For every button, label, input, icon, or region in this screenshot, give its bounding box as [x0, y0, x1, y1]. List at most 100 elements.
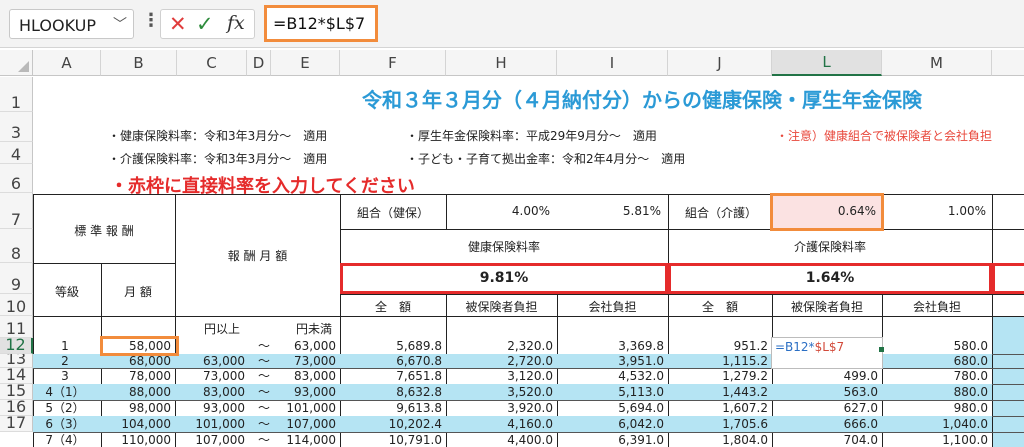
- care-rate-input[interactable]: 1.64%: [668, 270, 992, 286]
- column-header-m[interactable]: M: [882, 50, 992, 76]
- cell-m[interactable]: 1,040.0: [882, 417, 988, 431]
- cell-i[interactable]: 5,694.0: [557, 401, 664, 415]
- cell-monthly[interactable]: 88,000: [101, 385, 171, 399]
- cell-f[interactable]: 9,613.8: [340, 401, 442, 415]
- column-header-c[interactable]: C: [177, 50, 247, 76]
- cell-monthly[interactable]: 110,000: [101, 433, 171, 447]
- cell-j[interactable]: 1,804.0: [668, 433, 768, 447]
- cell-from[interactable]: 101,000: [175, 417, 245, 431]
- select-all-corner[interactable]: [0, 50, 33, 76]
- cell-m[interactable]: 780.0: [882, 369, 988, 383]
- cell-grade[interactable]: 3: [33, 369, 97, 383]
- cell-f[interactable]: 10,202.4: [340, 417, 442, 431]
- cell-j[interactable]: 1,443.2: [668, 385, 768, 399]
- cell-h[interactable]: 3,920.0: [446, 401, 553, 415]
- column-header-j[interactable]: J: [668, 50, 772, 76]
- cell-i[interactable]: 4,532.0: [557, 369, 664, 383]
- row-header-10[interactable]: 10: [0, 294, 33, 316]
- cell-to[interactable]: 63,000: [283, 339, 336, 353]
- kumiai-care-rate-2[interactable]: 1.00%: [882, 204, 986, 218]
- name-box[interactable]: HLOOKUP ﹀: [9, 9, 134, 39]
- cell-grade[interactable]: 7（4）: [33, 433, 97, 447]
- cell-tilde[interactable]: ～: [249, 339, 279, 353]
- row-header-15[interactable]: 15: [0, 384, 33, 400]
- cell-to[interactable]: 83,000: [283, 369, 336, 383]
- cell-m[interactable]: 980.0: [882, 401, 988, 415]
- column-header-f[interactable]: F: [340, 50, 446, 76]
- cell-monthly[interactable]: 68,000: [101, 354, 171, 368]
- row-header-16[interactable]: 16: [0, 400, 33, 416]
- row-header-8[interactable]: 8: [0, 229, 33, 263]
- row-header-3[interactable]: 3: [0, 112, 33, 142]
- column-header-next[interactable]: [992, 50, 1024, 76]
- more-vert-icon[interactable]: ⋮: [142, 10, 160, 31]
- cell-from[interactable]: 83,000: [175, 385, 245, 399]
- cell-tilde[interactable]: ～: [249, 369, 279, 383]
- cell-tilde[interactable]: ～: [249, 385, 279, 399]
- column-header-e[interactable]: E: [271, 50, 340, 76]
- cell-to[interactable]: 93,000: [283, 385, 336, 399]
- cell-f[interactable]: 10,791.0: [340, 433, 442, 447]
- row-header-12[interactable]: 12: [0, 338, 33, 354]
- formula-input[interactable]: =B12*$L$7: [264, 5, 378, 42]
- cell-from[interactable]: 93,000: [175, 401, 245, 415]
- cell-monthly[interactable]: 78,000: [101, 369, 171, 383]
- row-header-9[interactable]: 9: [0, 263, 33, 294]
- cell-grade[interactable]: 1: [33, 339, 97, 353]
- cell-grade[interactable]: 6（3）: [33, 417, 97, 431]
- cell-m[interactable]: 1,100.0: [882, 433, 988, 447]
- cell-grade[interactable]: 4（1）: [33, 385, 97, 399]
- cell-j[interactable]: 1,115.2: [668, 354, 768, 368]
- fx-icon[interactable]: fx: [227, 12, 245, 34]
- kumiai-care-rate[interactable]: 0.64%: [772, 204, 876, 218]
- row-header-13[interactable]: 13: [0, 354, 33, 368]
- row-header-4[interactable]: 4: [0, 142, 33, 164]
- cell-editor[interactable]: =B12*$L$7: [771, 337, 883, 369]
- cell-l[interactable]: 704.0: [772, 433, 878, 447]
- cell-from[interactable]: 63,000: [175, 354, 245, 368]
- chevron-down-icon[interactable]: ﹀: [113, 14, 127, 34]
- kumiai-health-rate-2[interactable]: 5.81%: [557, 204, 661, 218]
- cell-to[interactable]: 101,000: [283, 401, 336, 415]
- cell-h[interactable]: 3,520.0: [446, 385, 553, 399]
- cancel-icon[interactable]: ✕: [169, 12, 187, 36]
- cell-f[interactable]: 5,689.8: [340, 339, 442, 353]
- column-header-a[interactable]: A: [33, 50, 101, 76]
- row-header-11[interactable]: 11: [0, 316, 33, 338]
- column-header-d[interactable]: D: [247, 50, 271, 76]
- cell-i[interactable]: 6,391.0: [557, 433, 664, 447]
- cell-j[interactable]: 1,607.2: [668, 401, 768, 415]
- row-header-14[interactable]: 14: [0, 368, 33, 384]
- cell-f[interactable]: 7,651.8: [340, 369, 442, 383]
- column-header-b[interactable]: B: [101, 50, 177, 76]
- cell-tilde[interactable]: ～: [249, 417, 279, 431]
- cell-i[interactable]: 5,113.0: [557, 385, 664, 399]
- cell-l[interactable]: 666.0: [772, 417, 878, 431]
- row-header-17[interactable]: 17: [0, 416, 33, 432]
- cell-from[interactable]: 107,000: [175, 433, 245, 447]
- cell-grade[interactable]: 2: [33, 354, 97, 368]
- cell-h[interactable]: 2,320.0: [446, 339, 553, 353]
- cell-i[interactable]: 3,951.0: [557, 354, 664, 368]
- health-rate-input[interactable]: 9.81%: [340, 270, 668, 286]
- kumiai-health-rate[interactable]: 4.00%: [446, 204, 550, 218]
- row-header-7[interactable]: 7: [0, 193, 33, 229]
- cell-l[interactable]: 499.0: [772, 369, 878, 383]
- cell-grade[interactable]: 5（2）: [33, 401, 97, 415]
- cell-from[interactable]: 73,000: [175, 369, 245, 383]
- cell-l[interactable]: 563.0: [772, 385, 878, 399]
- cell-l[interactable]: 627.0: [772, 401, 878, 415]
- cell-j[interactable]: 1,279.2: [668, 369, 768, 383]
- cell-h[interactable]: 3,120.0: [446, 369, 553, 383]
- column-header-i[interactable]: I: [557, 50, 668, 76]
- column-header-h[interactable]: H: [446, 50, 557, 76]
- enter-icon[interactable]: ✓: [196, 12, 214, 36]
- cell-i[interactable]: 3,369.8: [557, 339, 664, 353]
- cell-h[interactable]: 4,160.0: [446, 417, 553, 431]
- cell-m[interactable]: 880.0: [882, 385, 988, 399]
- cell-m[interactable]: 580.0: [882, 339, 988, 353]
- cell-j[interactable]: 1,705.6: [668, 417, 768, 431]
- cell-tilde[interactable]: ～: [249, 433, 279, 447]
- column-header-l[interactable]: L: [772, 50, 882, 76]
- cell-to[interactable]: 73,000: [283, 354, 336, 368]
